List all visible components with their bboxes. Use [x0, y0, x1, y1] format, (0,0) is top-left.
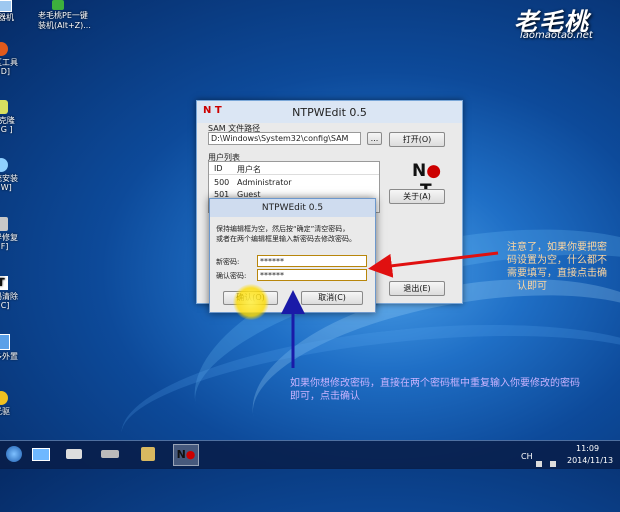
red-arrow	[368, 251, 499, 278]
printer-icon	[66, 449, 82, 459]
ntpwedit-taskbar-icon: N●	[176, 448, 196, 461]
disk-icon	[101, 450, 119, 458]
note-line: 如果你想修改密码，直接在两个密码框中重复输入你要修改的密码	[290, 378, 580, 389]
annotation-bottom-note: 如果你想修改密码，直接在两个密码框中重复输入你要修改的密码 即可，点击确认	[290, 377, 580, 403]
note-line: 需要填写，直接点击确	[507, 268, 607, 279]
note-line: 认即可	[517, 281, 547, 292]
taskbar-item-disk[interactable]	[98, 444, 122, 464]
network-icon	[550, 461, 557, 467]
flag-icon	[536, 461, 542, 467]
taskbar-item-ntpwedit[interactable]: N●	[173, 444, 199, 466]
taskbar-item-explorer[interactable]	[28, 444, 52, 464]
taskbar-item-tools[interactable]	[136, 444, 160, 464]
note-line: 注意了，如果你要把密	[507, 242, 607, 253]
start-button[interactable]	[2, 444, 26, 464]
start-icon	[6, 446, 22, 462]
taskbar-item-printer[interactable]	[62, 444, 86, 464]
monitor-icon	[32, 448, 50, 461]
ime-indicator[interactable]: CH	[521, 452, 533, 461]
clock-date[interactable]: 2014/11/13	[567, 456, 613, 465]
annotation-right-note: 注意了，如果你要把密 码设置为空，什么都不 需要填写，直接点击确 认即可	[507, 241, 607, 293]
clock-time[interactable]: 11:09	[576, 444, 599, 453]
tray-icons[interactable]	[536, 452, 558, 467]
note-line: 码设置为空，什么都不	[507, 255, 607, 266]
note-line: 即可，点击确认	[290, 391, 360, 402]
tools-icon	[141, 447, 155, 461]
